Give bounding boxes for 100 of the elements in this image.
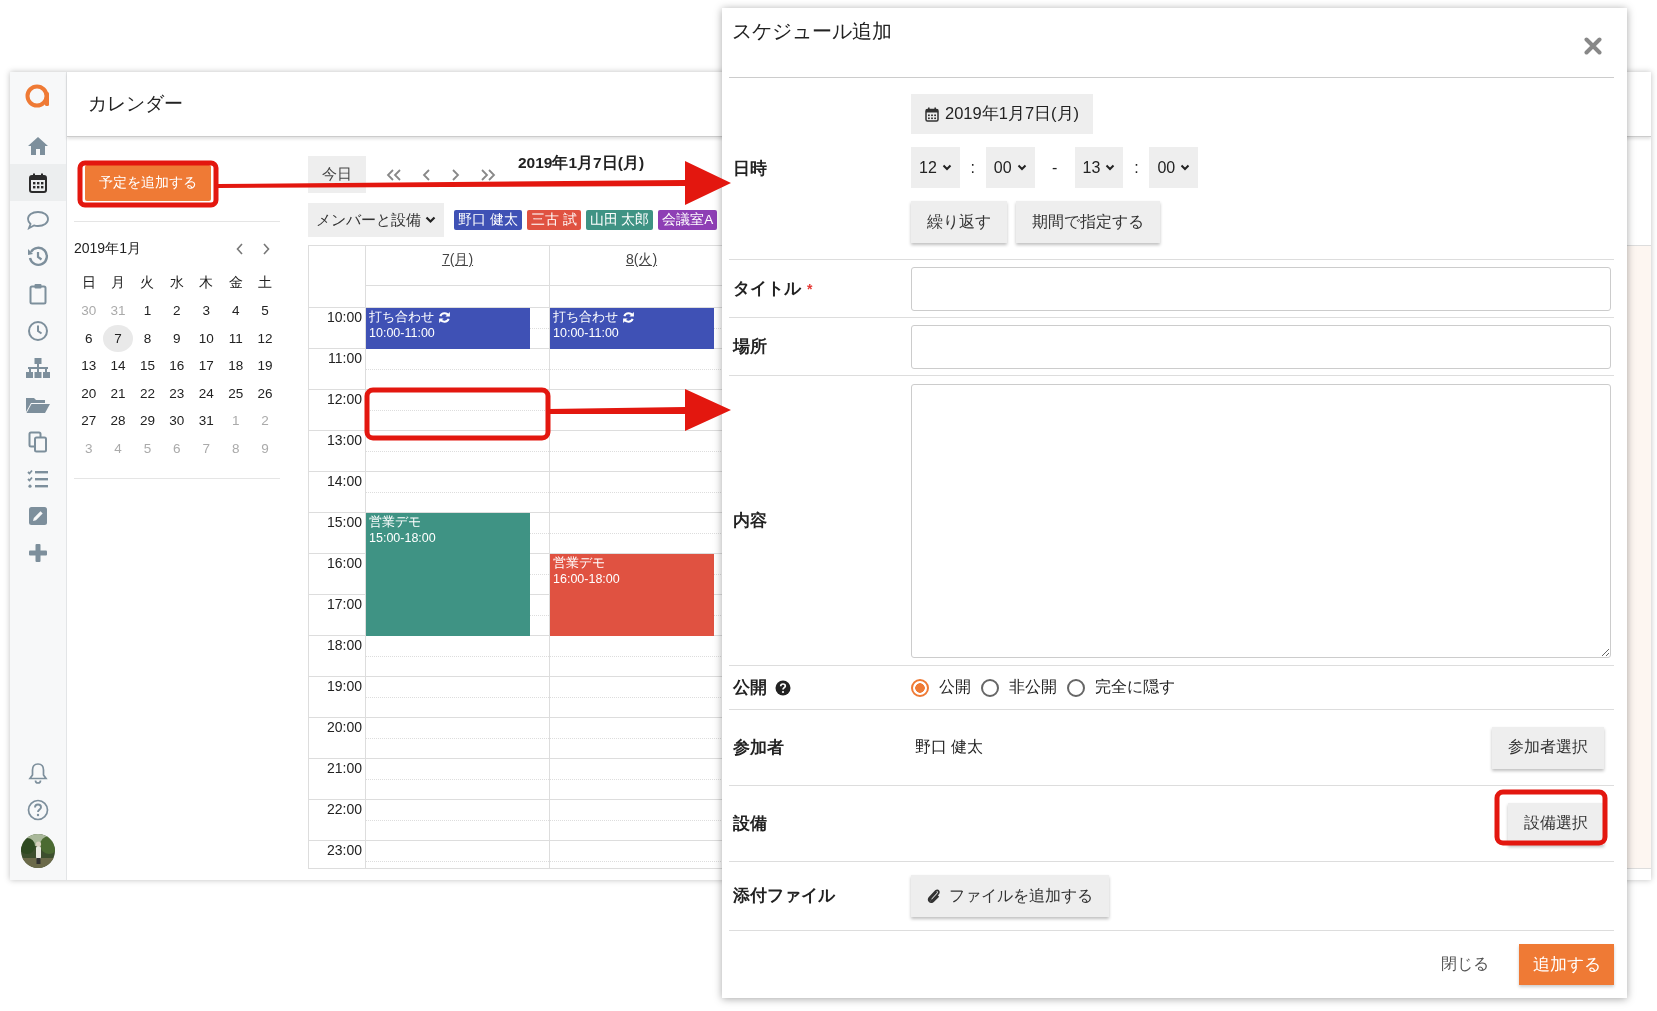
radio-label: 公開: [939, 677, 971, 697]
day-link[interactable]: 8(火): [625, 251, 658, 285]
radio-button[interactable]: [981, 678, 999, 697]
calendar-day[interactable]: 25: [220, 380, 251, 407]
time-separator: :: [969, 158, 976, 177]
calendar-day[interactable]: 22: [132, 380, 163, 407]
calendar-day[interactable]: 7: [103, 325, 133, 352]
calendar-day[interactable]: 3: [191, 297, 221, 324]
hour-label: 12:00: [326, 391, 362, 407]
calendar-day[interactable]: 4: [220, 297, 251, 324]
hour-select[interactable]: 12: [911, 147, 960, 188]
event-title: 打ち合わせ: [553, 309, 618, 325]
calendar-day[interactable]: 9: [162, 325, 192, 352]
calendar-day[interactable]: 8: [132, 325, 163, 352]
calendar-day[interactable]: 28: [103, 407, 133, 434]
caret-icon: [941, 164, 952, 171]
member-tag[interactable]: 三古 試: [526, 210, 581, 230]
calendar-day[interactable]: 10: [191, 325, 221, 352]
caret-icon: [1180, 164, 1191, 171]
weekday-label: 火: [139, 274, 156, 293]
calendar-day[interactable]: 2: [162, 297, 192, 324]
help-icon[interactable]: [775, 679, 791, 696]
calendar-day[interactable]: 21: [103, 380, 133, 407]
select-equipment-button[interactable]: 設備選択: [1508, 802, 1604, 845]
calendar-day[interactable]: 18: [220, 352, 251, 379]
weekday-label: 金: [227, 274, 244, 293]
chevron-right-icon[interactable]: [262, 243, 270, 255]
required-mark: *: [807, 280, 813, 297]
calendar-day[interactable]: 11: [220, 325, 251, 352]
chevron-right-icon[interactable]: [451, 168, 460, 181]
hour-label: 22:00: [326, 801, 362, 817]
repeat-button[interactable]: 繰り返す: [911, 201, 1007, 243]
radio-label: 非公開: [1009, 677, 1057, 697]
member-tag[interactable]: 山田 太郎: [585, 210, 654, 230]
weekday-label: 水: [168, 274, 185, 293]
calendar-day[interactable]: 19: [250, 352, 280, 379]
field-label: 場所: [733, 335, 768, 357]
calendar-day[interactable]: 6: [74, 325, 104, 352]
calendar-day[interactable]: 23: [162, 380, 192, 407]
period-button[interactable]: 期間で指定する: [1016, 201, 1160, 243]
plus-icon: [28, 542, 48, 563]
calendar-day[interactable]: 14: [103, 352, 133, 379]
calendar-day[interactable]: 30: [162, 407, 192, 434]
radio-button[interactable]: [911, 678, 929, 697]
time-separator: :: [1133, 158, 1140, 177]
calendar-event[interactable]: 打ち合わせ 10:00-11:00: [366, 308, 530, 349]
field-label: 設備: [733, 812, 768, 834]
calendar-day[interactable]: 31: [191, 407, 221, 434]
event-title: 営業デモ: [369, 514, 421, 530]
calendar-event[interactable]: 営業デモ 15:00-18:00: [366, 513, 530, 636]
calendar-day[interactable]: 20: [74, 380, 104, 407]
member-tag[interactable]: 会議室A: [658, 210, 718, 230]
calendar-day[interactable]: 16: [162, 352, 192, 379]
calendar-day[interactable]: 24: [191, 380, 221, 407]
hour-select[interactable]: 13: [1074, 147, 1124, 188]
filter-dropdown[interactable]: メンバーと設備: [308, 203, 444, 237]
double-chevron-right-icon[interactable]: [480, 168, 496, 181]
hour-label: 10:00: [326, 309, 362, 325]
double-chevron-left-icon[interactable]: [386, 168, 402, 181]
calendar-day[interactable]: 1: [132, 297, 163, 324]
calendar-day[interactable]: 29: [132, 407, 163, 434]
calendar-icon: [29, 172, 47, 193]
calendar-day[interactable]: 5: [250, 297, 280, 324]
title-input[interactable]: [911, 266, 1611, 311]
bell-icon: [28, 761, 48, 784]
chevron-left-icon[interactable]: [236, 243, 244, 255]
select-participants-button[interactable]: 参加者選択: [1492, 726, 1604, 769]
hour-label: 14:00: [326, 473, 362, 489]
close-button[interactable]: 閉じる: [1435, 953, 1495, 976]
hour-label: 13:00: [326, 432, 362, 448]
day-link[interactable]: 7(月): [441, 251, 474, 285]
radio-button[interactable]: [1067, 678, 1085, 697]
hour-label: 17:00: [326, 596, 362, 612]
member-tag[interactable]: 野口 健太: [454, 210, 522, 230]
add-file-button[interactable]: ファイルを追加する: [911, 875, 1109, 917]
calendar-day[interactable]: 17: [191, 352, 221, 379]
minute-select[interactable]: 00: [985, 147, 1035, 188]
chevron-left-icon[interactable]: [422, 168, 431, 181]
paperclip-icon: [927, 888, 941, 904]
calendar-day[interactable]: 26: [250, 380, 280, 407]
month-label: 2019年1月: [74, 240, 141, 258]
current-date: 2019年1月7日(月): [518, 154, 645, 172]
place-input[interactable]: [911, 324, 1611, 369]
event-time: 16:00-18:00: [553, 572, 620, 586]
hour-label: 16:00: [326, 555, 362, 571]
clock-icon: [27, 319, 49, 342]
calendar-event[interactable]: 営業デモ 16:00-18:00: [550, 554, 714, 636]
calendar-event[interactable]: 打ち合わせ 10:00-11:00: [550, 308, 714, 349]
sitemap-icon: [25, 356, 51, 379]
calendar-day[interactable]: 12: [250, 325, 280, 352]
calendar-day[interactable]: 13: [74, 352, 104, 379]
minute-select[interactable]: 00: [1149, 147, 1199, 188]
caret-icon: [1016, 164, 1027, 171]
event-time: 10:00-11:00: [369, 326, 435, 340]
calendar-day[interactable]: 27: [74, 407, 104, 434]
close-icon[interactable]: [1584, 37, 1602, 55]
date-picker-button[interactable]: 2019年1月7日(月): [911, 94, 1094, 134]
nav-item[interactable]: [10, 164, 66, 201]
calendar-day[interactable]: 15: [132, 352, 163, 379]
hour-label: 23:00: [326, 842, 362, 858]
